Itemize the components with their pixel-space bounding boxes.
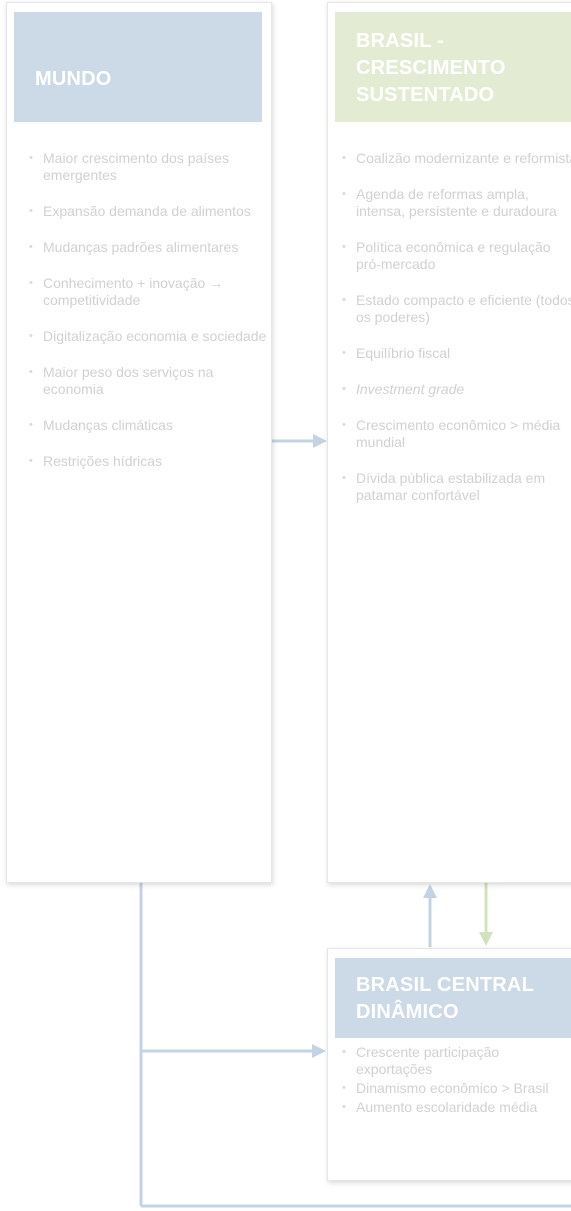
brasil-card: BRASIL - CRESCIMENTO SUSTENTADO Coalizão… [327, 2, 571, 883]
list-item: Coalizão modernizante e reformista [342, 150, 571, 167]
arrowhead-right-icon [312, 1044, 326, 1058]
list-item: Digitalização economia e sociedade [29, 328, 267, 345]
central-title-line: DINÂMICO [356, 1001, 459, 1023]
list-item: Expansão demanda de alimentos [29, 203, 267, 220]
arrowhead-down-icon [479, 932, 493, 946]
list-item: Estado compacto e eficiente (todos os po… [342, 292, 571, 326]
brasil-title-line: CRESCIMENTO [356, 57, 506, 79]
mundo-card: MUNDO Maior crescimento dos países emerg… [6, 2, 272, 883]
list-item: Crescente participação exportações [342, 1044, 571, 1078]
list-item: Aumento escolaridade média [342, 1099, 571, 1116]
central-title: BRASIL CENTRAL DINÂMICO [356, 972, 534, 1026]
list-item: Conhecimento + inovação → competitividad… [29, 275, 267, 309]
brasil-bullet-list: Coalizão modernizante e reformista Agend… [342, 150, 571, 523]
brasil-title-line: BRASIL - [356, 30, 444, 52]
list-item: Equilíbrio fiscal [342, 345, 571, 362]
brasil-title-line: SUSTENTADO [356, 84, 495, 106]
arrowhead-up-icon [423, 884, 437, 898]
central-header: BRASIL CENTRAL DINÂMICO [335, 958, 571, 1038]
list-item: Crescimento econômico > média mundial [342, 417, 571, 451]
list-item: Dinamismo econômico > Brasil [342, 1080, 571, 1097]
arrowhead-right-icon [313, 434, 327, 448]
mundo-title: MUNDO [35, 68, 112, 90]
central-card: BRASIL CENTRAL DINÂMICO Crescente partic… [327, 948, 571, 1181]
list-item: Restrições hídricas [29, 453, 267, 470]
mundo-header: MUNDO [14, 12, 262, 122]
central-bullet-list: Crescente participação exportações Dinam… [342, 1044, 571, 1118]
list-item: Investment grade [342, 381, 571, 398]
list-item: Dívida pública estabilizada em patamar c… [342, 470, 571, 504]
list-item: Agenda de reformas ampla, intensa, persi… [342, 186, 571, 220]
brasil-header: BRASIL - CRESCIMENTO SUSTENTADO [335, 12, 571, 122]
list-item: Maior peso dos serviços na economia [29, 364, 267, 398]
central-title-line: BRASIL CENTRAL [356, 974, 534, 996]
mundo-bullet-list: Maior crescimento dos países emergentes … [29, 150, 267, 489]
list-item: Mudanças padrões alimentares [29, 239, 267, 256]
list-item: Política econômica e regulação pró-merca… [342, 239, 571, 273]
list-item: Maior crescimento dos países emergentes [29, 150, 267, 184]
list-item: Mudanças climáticas [29, 417, 267, 434]
brasil-title: BRASIL - CRESCIMENTO SUSTENTADO [356, 28, 506, 109]
